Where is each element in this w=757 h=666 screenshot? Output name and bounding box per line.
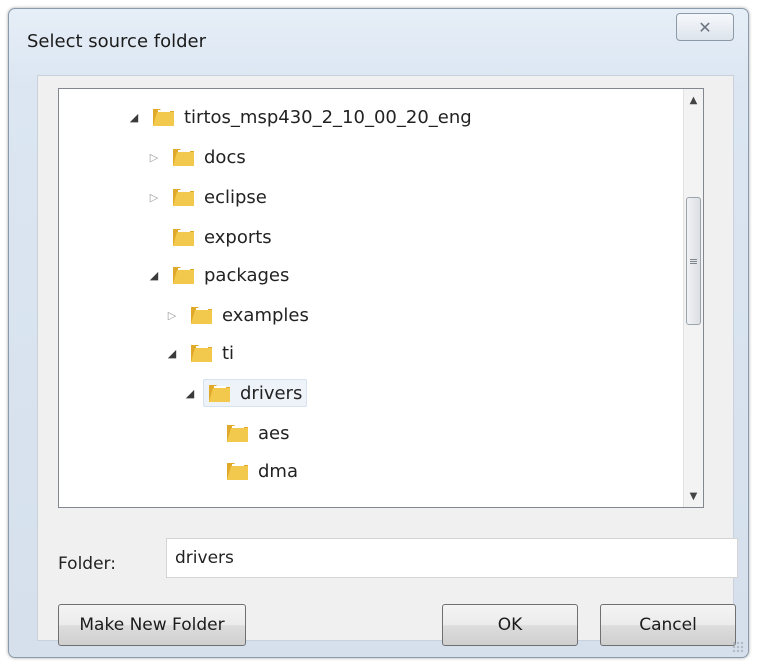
tree-item-content[interactable]: tirtos_msp430_2_10_00_20_eng [147,103,477,131]
collapsed-arrow-icon[interactable]: ▷ [165,309,179,322]
resize-grip[interactable] [732,641,744,653]
dialog-client-area: ◢ tirtos_msp430_2_10_00_20_eng ▷ docs ▷ eclip… [37,75,738,646]
folder-input[interactable] [166,538,738,578]
tree-item-drivers[interactable]: ◢ drivers [183,375,308,411]
tree-item-label: exports [204,226,272,248]
collapsed-arrow-icon[interactable]: ▷ [147,151,161,164]
folder-icon [153,109,174,126]
ok-button[interactable]: OK [442,604,578,646]
tree-item-tirtos-msp430-2-10-00-20-eng[interactable]: ◢ tirtos_msp430_2_10_00_20_eng [127,99,477,135]
tree-item-eclipse[interactable]: ▷ eclipse [147,179,272,215]
tree-item-content[interactable]: docs [167,143,251,171]
folder-icon [173,149,194,166]
tree-scrollbar[interactable]: ▲ ≡ ▼ [683,89,703,507]
tree-item-label: aes [258,422,290,444]
dialog-title: Select source folder [27,31,206,52]
expanded-arrow-icon[interactable]: ◢ [165,347,179,360]
tree-item-label: drivers [240,382,303,404]
tree-item-docs[interactable]: ▷ docs [147,139,251,175]
tree-item-content[interactable]: aes [221,419,294,447]
folder-icon [173,229,194,246]
expanded-arrow-icon[interactable]: ◢ [127,111,141,124]
scroll-up-arrow[interactable]: ▲ [684,89,703,111]
tree-item-label: ti [222,342,235,364]
scroll-thumb[interactable]: ≡ [686,197,701,325]
folder-icon [227,425,248,442]
tree-item-content[interactable]: eclipse [167,183,272,211]
folder-icon [173,267,194,284]
cancel-button[interactable]: Cancel [600,604,736,646]
tree-item-packages[interactable]: ◢ packages [147,257,294,293]
folder-field-label: Folder: [58,554,116,574]
tree-item-content[interactable]: exports [167,223,277,251]
tree-item-content[interactable]: packages [167,261,294,289]
tree-item-content[interactable]: drivers [203,379,308,407]
folder-icon [191,307,212,324]
tree-item-label: dma [258,460,298,482]
scroll-down-arrow[interactable]: ▼ [684,485,703,507]
folder-icon [227,463,248,480]
tree-item-aes[interactable]: aes [201,415,294,451]
tree-item-ti[interactable]: ◢ ti [165,335,239,371]
tree-item-label: eclipse [204,186,267,208]
tree-item-content[interactable]: dma [221,457,303,485]
tree-item-examples[interactable]: ▷ examples [165,297,314,333]
expanded-arrow-icon[interactable]: ◢ [147,269,161,282]
folder-icon [173,189,194,206]
folder-icon [209,385,230,402]
tree-item-label: tirtos_msp430_2_10_00_20_eng [184,106,472,128]
folder-tree[interactable]: ◢ tirtos_msp430_2_10_00_20_eng ▷ docs ▷ eclip… [58,88,704,508]
collapsed-arrow-icon[interactable]: ▷ [147,191,161,204]
expanded-arrow-icon[interactable]: ◢ [183,387,197,400]
tree-item-label: examples [222,304,309,326]
tree-item-label: packages [204,264,290,286]
tree-item-dma[interactable]: dma [201,453,303,489]
tree-item-content[interactable]: ti [185,339,239,367]
tree-item-label: docs [204,146,246,168]
close-icon: ✕ [698,17,712,37]
make-new-folder-button[interactable]: Make New Folder [58,604,246,646]
tree-item-exports[interactable]: exports [147,219,277,255]
close-button[interactable]: ✕ [676,13,734,41]
folder-icon [191,345,212,362]
tree-item-content[interactable]: examples [185,301,314,329]
select-source-folder-dialog: Select source folder ✕ ◢ tirtos_msp430_2_… [8,8,749,658]
thumb-grip-icon: ≡ [688,254,699,268]
